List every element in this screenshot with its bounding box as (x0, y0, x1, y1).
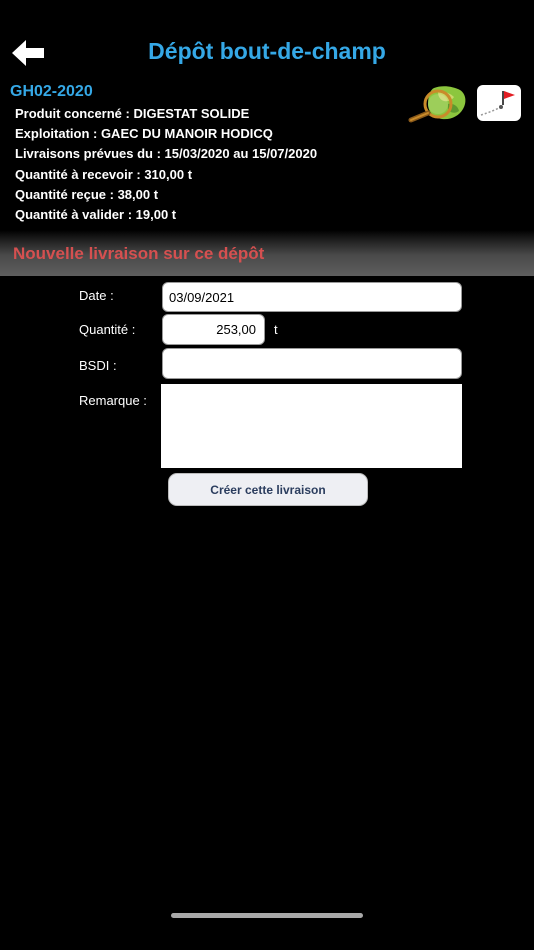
bsdi-field[interactable] (162, 348, 462, 379)
date-field[interactable] (162, 282, 462, 312)
page-title: Dépôt bout-de-champ (148, 38, 386, 64)
date-label: Date : (79, 288, 114, 303)
quantity-unit: t (274, 322, 278, 337)
remark-label: Remarque : (79, 393, 147, 408)
section-header: Nouvelle livraison sur ce dépôt (0, 230, 534, 276)
section-title: Nouvelle livraison sur ce dépôt (13, 244, 265, 263)
depot-info: Produit concerné : DIGESTAT SOLIDE Explo… (15, 104, 317, 225)
bsdi-label: BSDI : (79, 358, 117, 373)
depot-code: GH02-2020 (10, 83, 93, 100)
quantity-label: Quantité : (79, 322, 136, 337)
map-magnifier-icon[interactable] (408, 84, 468, 124)
info-qty-received: Quantité reçue : 38,00 t (15, 186, 159, 202)
info-product: Produit concerné : DIGESTAT SOLIDE (15, 106, 250, 121)
flag-marker-icon[interactable] (477, 85, 521, 121)
remark-field[interactable] (161, 384, 462, 468)
app-header: Dépôt bout-de-champ (0, 0, 534, 80)
home-indicator[interactable] (171, 913, 363, 918)
create-delivery-button[interactable]: Créer cette livraison (168, 473, 368, 506)
quantity-field[interactable] (162, 314, 265, 345)
info-qty-to-receive: Quantité à recevoir : 310,00 t (15, 166, 193, 182)
info-planned-dates: Livraisons prévues du : 15/03/2020 au 15… (15, 146, 318, 162)
info-farm: Exploitation : GAEC DU MANOIR HODICQ (15, 126, 273, 142)
info-qty-to-validate: Quantité à valider : 19,00 t (15, 206, 177, 222)
